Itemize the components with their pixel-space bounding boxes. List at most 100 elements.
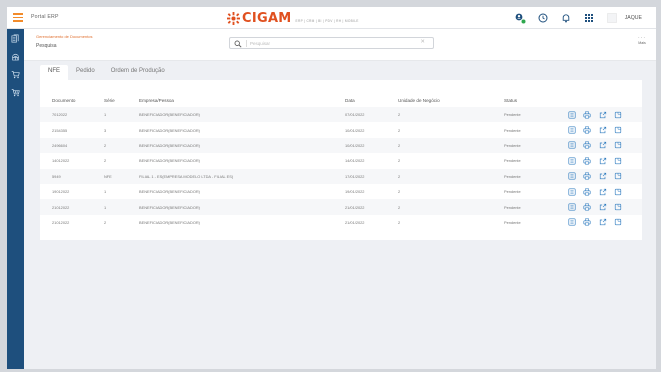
column-header-status[interactable]: Status — [504, 93, 564, 107]
documents-panel: Documento Série Empresa/Pessoa Data Unid… — [40, 80, 642, 240]
open-icon[interactable] — [611, 156, 627, 166]
details-icon[interactable] — [564, 217, 580, 227]
cell-unidade: 2 — [398, 127, 401, 133]
sidebar-item-cart-2[interactable] — [7, 83, 24, 101]
print-icon[interactable] — [580, 110, 596, 120]
cell-documento: 21012022 — [40, 199, 104, 215]
search-icon[interactable] — [234, 40, 242, 48]
open-icon[interactable] — [611, 171, 627, 181]
cell-status: Pendente — [504, 189, 521, 195]
cell-unidade: 2 — [398, 219, 401, 225]
cell-empresa: BENEFICIADOR(BENEFICIADOR) — [139, 137, 345, 154]
clear-search-icon[interactable]: ✕ — [420, 39, 425, 45]
cell-status: Pendente — [504, 107, 564, 123]
export-icon[interactable] — [595, 140, 611, 150]
tab-pedido[interactable]: Pedido — [68, 65, 103, 80]
table-row[interactable]: 2154355 3 BENEFICIADOR(BENEFICIADOR) 10/01/… — [40, 122, 642, 137]
row-actions — [564, 184, 642, 199]
open-icon[interactable] — [611, 140, 627, 150]
table-row[interactable]: 7012022 1 BENEFICIADOR(BENEFICIADOR) 07/01/… — [40, 107, 642, 123]
cart-outline-icon — [11, 88, 20, 96]
export-icon[interactable] — [595, 171, 611, 181]
cell-data: 21/01/2022 — [345, 199, 398, 215]
open-icon[interactable] — [611, 202, 627, 212]
cell-status: Pendente — [504, 127, 521, 133]
table-row[interactable]: 2496604 2 BENEFICIADOR(BENEFICIADOR) 10/01/… — [40, 137, 642, 154]
cell-empresa: BENEFICIADOR(BENEFICIADOR) — [139, 158, 200, 164]
cell-unidade: 2 — [398, 137, 504, 154]
export-icon[interactable] — [595, 125, 611, 135]
cell-empresa: BENEFICIADOR(BENEFICIADOR) — [139, 199, 345, 215]
print-icon[interactable] — [580, 202, 596, 212]
column-header-documento[interactable]: Documento — [40, 93, 104, 107]
open-icon[interactable] — [611, 110, 627, 120]
column-header-empresa[interactable]: Empresa/Pessoa — [139, 93, 345, 107]
print-icon[interactable] — [580, 217, 596, 227]
more-button[interactable]: ··· Mais — [634, 36, 650, 46]
table-row[interactable]: 14012022 2 BENEFICIADOR(BENEFICIADOR) 14/01… — [40, 153, 642, 168]
menu-icon[interactable] — [13, 13, 23, 22]
cell-documento: 14012022 — [52, 158, 70, 164]
row-actions — [564, 199, 642, 215]
table-row[interactable]: 19012022 1 BENEFICIADOR(BENEFICIADOR) 19/01… — [40, 184, 642, 199]
search-box: ✕ — [229, 37, 434, 49]
cell-data: 10/01/2022 — [345, 127, 365, 133]
export-icon[interactable] — [595, 110, 611, 120]
breadcrumb[interactable]: Gerenciamento de Documentos — [36, 34, 92, 39]
sidebar-item-cart[interactable] — [7, 65, 24, 83]
cell-serie: 2 — [104, 219, 107, 225]
clock-icon[interactable] — [536, 11, 550, 25]
details-icon[interactable] — [564, 171, 580, 181]
sidebar-item-documents[interactable] — [7, 29, 24, 47]
details-icon[interactable] — [564, 110, 580, 120]
column-header-serie[interactable]: Série — [104, 93, 139, 107]
open-icon[interactable] — [611, 187, 627, 197]
row-actions — [564, 137, 642, 154]
cell-data: 21/01/2022 — [345, 219, 365, 225]
avatar[interactable] — [605, 11, 619, 25]
details-icon[interactable] — [564, 156, 580, 166]
column-header-unidade[interactable]: Unidade de Negócio — [398, 93, 504, 107]
app-window: Portal ERP CIGAM ERP | CRM | BI | PDV | … — [7, 7, 656, 369]
table-row[interactable]: 21012022 1 BENEFICIADOR(BENEFICIADOR) 21/01… — [40, 199, 642, 215]
search-input[interactable] — [250, 39, 420, 48]
export-icon[interactable] — [595, 187, 611, 197]
table-row[interactable]: 5949 NFE FILIAL 1 - ES(EMPRESA MODELO LTDA… — [40, 168, 642, 184]
apps-grid-icon[interactable] — [582, 11, 596, 25]
tab-nfe[interactable]: NFE — [40, 65, 68, 80]
bell-icon[interactable] — [559, 11, 573, 25]
print-icon[interactable] — [580, 187, 596, 197]
tab-ordem-de-producao[interactable]: Ordem de Produção — [103, 65, 173, 80]
cell-unidade: 2 — [398, 189, 401, 195]
documents-table: Documento Série Empresa/Pessoa Data Unid… — [40, 93, 642, 230]
user-name[interactable]: JAQUE — [625, 15, 642, 21]
row-actions — [564, 215, 642, 230]
open-icon[interactable] — [611, 217, 627, 227]
brand-subtitle: ERP | CRM | BI | PDV | RH | MOBILE — [295, 18, 359, 23]
row-actions — [564, 168, 642, 184]
user-search-icon[interactable] — [513, 11, 527, 25]
sidebar-item-fingerprint[interactable] — [7, 47, 24, 65]
open-icon[interactable] — [611, 125, 627, 135]
details-icon[interactable] — [564, 125, 580, 135]
print-icon[interactable] — [580, 140, 596, 150]
table-row[interactable]: 21012022 2 BENEFICIADOR(BENEFICIADOR) 21/01… — [40, 215, 642, 230]
cell-data: 10/01/2022 — [345, 137, 398, 154]
export-icon[interactable] — [595, 202, 611, 212]
export-icon[interactable] — [595, 217, 611, 227]
cell-documento: 2496604 — [40, 137, 104, 154]
details-icon[interactable] — [564, 202, 580, 212]
print-icon[interactable] — [580, 125, 596, 135]
export-icon[interactable] — [595, 156, 611, 166]
print-icon[interactable] — [580, 171, 596, 181]
cell-empresa: FILIAL 1 - ES(EMPRESA MODELO LTDA - FILI… — [139, 168, 345, 184]
cell-serie: NFE — [104, 168, 139, 184]
details-icon[interactable] — [564, 140, 580, 150]
print-icon[interactable] — [580, 156, 596, 166]
cell-empresa: BENEFICIADOR(BENEFICIADOR) — [139, 127, 200, 133]
portal-title: Portal ERP — [31, 14, 59, 20]
column-header-actions — [564, 93, 642, 107]
column-header-data[interactable]: Data — [345, 93, 398, 107]
details-icon[interactable] — [564, 187, 580, 197]
brand-name: CIGAM — [242, 10, 292, 26]
